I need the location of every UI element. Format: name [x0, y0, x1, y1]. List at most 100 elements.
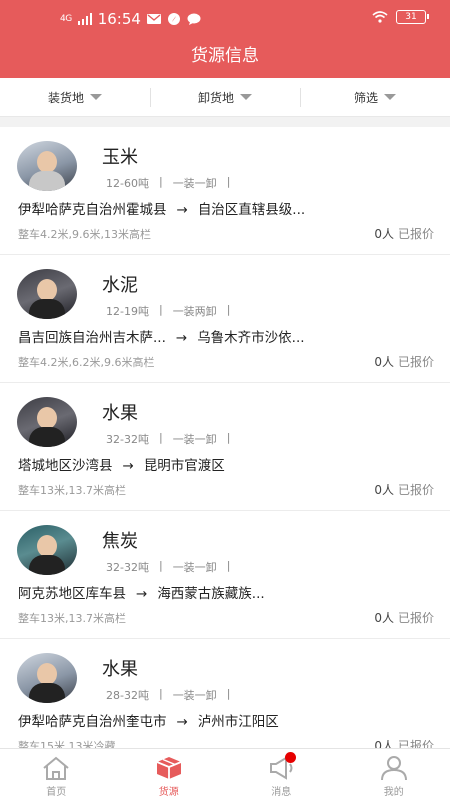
quote-count: 0人 — [374, 739, 394, 748]
cargo-meta: 32-32吨 | 一装一卸 | — [106, 431, 230, 447]
load-mode: 一装一卸 — [172, 689, 217, 702]
meta-separator: | — [226, 303, 231, 316]
cargo-card[interactable]: 水果 32-32吨 | 一装一卸 | 塔城地区沙湾县 → 昆明市官渡区 整车13米,… — [0, 383, 450, 511]
goods-name: 水泥 — [102, 275, 138, 296]
bottom-tab-bar: 首页 货源 消息 我的 — [0, 748, 450, 800]
network-indicator: 4G — [60, 13, 72, 24]
quote-label: 已报价 — [397, 483, 434, 497]
truck-spec: 整车13米,13.7米高栏 — [18, 612, 126, 625]
battery-level: 31 — [405, 12, 417, 22]
cargo-card[interactable]: 水泥 12-19吨 | 一装两卸 | 昌吉回族自治州吉木萨... → 乌鲁木齐市沙依… — [0, 255, 450, 383]
cargo-icon — [156, 757, 182, 779]
weight-range: 12-19吨 — [106, 305, 149, 318]
load-mode: 一装一卸 — [172, 433, 217, 446]
filter-more[interactable]: 筛选 — [300, 78, 450, 116]
load-mode: 一装两卸 — [172, 305, 217, 318]
filter-label: 装货地 — [47, 90, 84, 105]
cargo-card[interactable]: 水果 28-32吨 | 一装一卸 | 伊犁哈萨克自治州奎屯市 → 泸州市江阳区 整车… — [0, 639, 450, 748]
goods-name: 水果 — [102, 659, 138, 680]
route-arrow-icon: → — [176, 202, 188, 218]
cargo-meta: 12-60吨 | 一装一卸 | — [106, 175, 230, 191]
cargo-meta: 32-32吨 | 一装一卸 | — [106, 559, 230, 575]
goods-name: 焦炭 — [102, 531, 138, 552]
user-icon — [380, 756, 407, 781]
destination: 海西蒙古族藏族... — [157, 586, 265, 602]
filter-label: 卸货地 — [197, 90, 234, 105]
weight-range: 32-32吨 — [106, 433, 149, 446]
meta-separator: | — [158, 687, 163, 700]
tab-label: 货源 — [158, 787, 179, 798]
quote-status: 0人 已报价 — [374, 609, 434, 626]
route-arrow-icon: → — [175, 330, 188, 346]
quote-count: 0人 — [374, 227, 394, 241]
title-bar: 货源信息 — [0, 38, 450, 78]
filter-bar: 装货地 卸货地 筛选 — [0, 78, 450, 117]
quote-label: 已报价 — [397, 355, 434, 369]
cargo-list[interactable]: 玉米 12-60吨 | 一装一卸 | 伊犁哈萨克自治州霍城县 → 自治区直辖县级..… — [0, 127, 450, 748]
quote-count: 0人 — [374, 611, 394, 625]
avatar — [17, 653, 77, 703]
filter-loading-place[interactable]: 装货地 — [0, 78, 150, 116]
tab-cargo[interactable]: 货源 — [113, 749, 226, 800]
cargo-card[interactable]: 玉米 12-60吨 | 一装一卸 | 伊犁哈萨克自治州霍城县 → 自治区直辖县级..… — [0, 127, 450, 255]
filter-unloading-place[interactable]: 卸货地 — [150, 78, 300, 116]
tab-label: 我的 — [383, 787, 404, 798]
cargo-meta: 12-19吨 | 一装两卸 | — [106, 303, 230, 319]
destination: 昆明市官渡区 — [143, 458, 225, 474]
load-mode: 一装一卸 — [172, 177, 217, 190]
route: 伊犁哈萨克自治州奎屯市 → 泸州市江阳区 — [18, 710, 279, 730]
filter-label: 筛选 — [353, 90, 378, 105]
home-icon — [43, 756, 69, 780]
status-time: 16:54 — [97, 10, 141, 28]
avatar — [17, 397, 77, 447]
quote-label: 已报价 — [397, 739, 434, 748]
chat-icon — [187, 13, 201, 25]
route: 塔城地区沙湾县 → 昆明市官渡区 — [18, 454, 225, 474]
quote-status: 0人 已报价 — [374, 353, 434, 370]
origin: 塔城地区沙湾县 — [18, 458, 113, 474]
destination: 泸州市江阳区 — [197, 714, 279, 730]
weight-range: 12-60吨 — [106, 177, 149, 190]
meta-separator: | — [226, 559, 231, 572]
route: 伊犁哈萨克自治州霍城县 → 自治区直辖县级... — [18, 198, 305, 218]
destination: 乌鲁木齐市沙依... — [197, 330, 305, 346]
meta-separator: | — [158, 303, 163, 316]
wifi-icon — [372, 11, 388, 23]
quote-status: 0人 已报价 — [374, 225, 434, 242]
meta-separator: | — [158, 175, 163, 188]
mail-icon — [146, 14, 161, 24]
dropdown-arrow-icon — [240, 94, 252, 100]
meta-separator: | — [226, 175, 231, 188]
route: 昌吉回族自治州吉木萨... → 乌鲁木齐市沙依... — [18, 326, 305, 346]
meta-separator: | — [226, 687, 231, 700]
tab-label: 消息 — [271, 787, 292, 798]
destination: 自治区直辖县级... — [197, 202, 306, 218]
origin: 伊犁哈萨克自治州奎屯市 — [18, 714, 167, 730]
avatar — [17, 269, 77, 319]
tab-home[interactable]: 首页 — [0, 749, 113, 800]
meta-separator: | — [226, 431, 231, 444]
route-arrow-icon: → — [136, 586, 148, 602]
route: 阿克苏地区库车县 → 海西蒙古族藏族... — [18, 582, 265, 602]
signal-icon — [77, 13, 92, 25]
goods-name: 玉米 — [102, 147, 138, 168]
quote-count: 0人 — [374, 483, 394, 497]
tab-label: 首页 — [46, 787, 67, 798]
tab-mine[interactable]: 我的 — [338, 749, 450, 800]
weight-range: 28-32吨 — [106, 689, 149, 702]
quote-label: 已报价 — [397, 227, 434, 241]
avatar — [17, 141, 77, 191]
truck-spec: 整车15米,13米冷藏 — [18, 740, 116, 748]
unread-badge — [285, 752, 296, 763]
status-bar: 4G 16:54 31 — [0, 0, 450, 38]
meta-separator: | — [158, 431, 163, 444]
cargo-card[interactable]: 焦炭 32-32吨 | 一装一卸 | 阿克苏地区库车县 → 海西蒙古族藏族... 整… — [0, 511, 450, 639]
page-title: 货源信息 — [191, 46, 259, 66]
quote-status: 0人 已报价 — [374, 481, 434, 498]
meta-separator: | — [158, 559, 163, 572]
compass-icon — [167, 13, 180, 25]
tab-messages[interactable]: 消息 — [225, 749, 338, 800]
status-right: 31 — [372, 10, 429, 24]
battery-icon: 31 — [396, 10, 429, 24]
dropdown-arrow-icon — [90, 94, 102, 100]
